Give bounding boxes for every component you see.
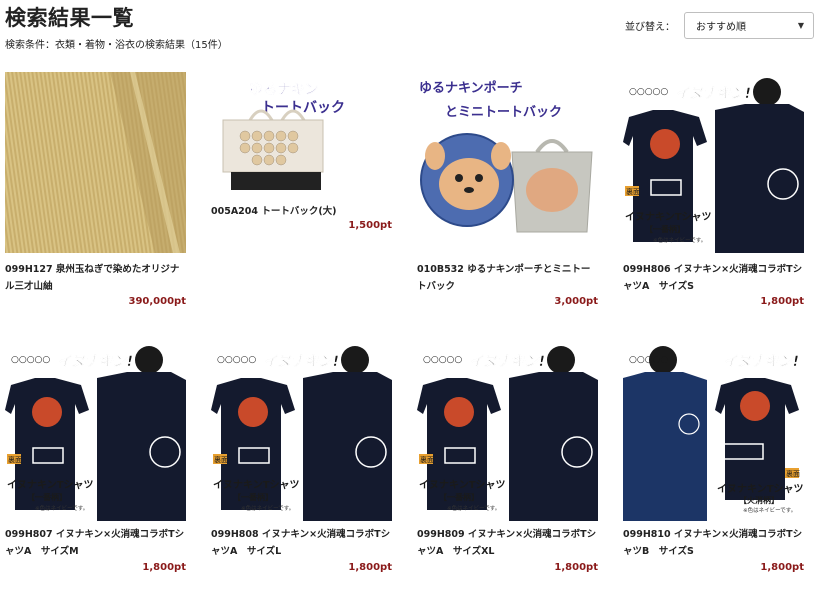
- product-name[interactable]: 099H808 イヌナキン×火消魂コラボTシャツA サイズL: [211, 526, 392, 560]
- logo-text: イヌナキン!: [469, 354, 545, 370]
- svg-text:※色はネイビーです。: ※色はネイビーです。: [653, 236, 706, 244]
- svg-text:【一番柄】: 【一番柄】: [27, 492, 67, 502]
- pouch-banner-line2: とミニトートバック: [445, 105, 562, 120]
- svg-text:※色はネイビーです。: ※色はネイビーです。: [743, 506, 796, 514]
- product-price: 1,800pt: [142, 562, 186, 573]
- product-name[interactable]: 099H809 イヌナキン×火消魂コラボTシャツA サイズXL: [417, 526, 598, 560]
- logo-text: イヌナキン!: [263, 354, 339, 370]
- product-name[interactable]: 010B532 ゆるナキンポーチとミニトートバック: [417, 261, 598, 295]
- svg-text:※色はネイビーです。: ※色はネイビーです。: [241, 504, 294, 512]
- svg-text:※色はネイビーです。: ※色はネイビーです。: [35, 504, 88, 512]
- svg-text:裏面: 裏面: [786, 469, 800, 478]
- svg-text:イヌナキンTシャツ: イヌナキンTシャツ: [625, 211, 712, 223]
- product-image-pouch-tote[interactable]: ゆるナキンポーチ とミニトートバック: [417, 72, 598, 253]
- svg-text:【火消柄】: 【火消柄】: [739, 495, 779, 505]
- sort-label: 並び替え：: [625, 22, 675, 33]
- page-title: 検索結果一覧: [5, 6, 134, 30]
- product-name[interactable]: 005A204 トートバック(大): [211, 203, 392, 220]
- product-image-tshirt[interactable]: ○○○○○ イヌナキン! 裏面 イヌナキンTシャツ 【一番柄】 ※色はネイビーで…: [417, 340, 598, 521]
- svg-text:○○○○○: ○○○○○: [217, 355, 256, 365]
- product-image-tshirt[interactable]: ○○○○○ イヌナキン! 裏面 イヌナキンTシャツ 【火消柄】 ※色はネイビーで…: [623, 340, 804, 521]
- svg-text:○○○○○: ○○○○○: [629, 87, 668, 97]
- logo-text: イヌナキン!: [57, 354, 133, 370]
- svg-text:イヌナキンTシャツ: イヌナキンTシャツ: [419, 479, 506, 491]
- tote-banner-line2: トートバック: [261, 100, 345, 116]
- chevron-down-icon: ▼: [797, 21, 804, 30]
- svg-text:○○○○○: ○○○○○: [423, 355, 462, 365]
- product-name[interactable]: 099H810 イヌナキン×火消魂コラボTシャツB サイズS: [623, 526, 804, 560]
- sort-selected-value: おすすめ順: [696, 22, 746, 33]
- svg-text:【一番柄】: 【一番柄】: [645, 224, 685, 234]
- product-price: 1,800pt: [554, 562, 598, 573]
- product-image-tshirt[interactable]: ○○○○○ イヌナキン! 裏面 イヌナキンTシャツ 【一番柄】 ※色はネイビーで…: [211, 340, 392, 521]
- svg-text:【一番柄】: 【一番柄】: [233, 492, 273, 502]
- product-image-tshirt[interactable]: ○○○○○ イヌナキン! 裏面 イヌナキンTシャツ 【一番柄】 ※色はネイビーで…: [5, 340, 186, 521]
- search-condition: 検索条件：衣類・着物・浴衣の検索結果（15件）: [5, 40, 228, 51]
- svg-text:裏面: 裏面: [214, 455, 228, 464]
- svg-text:イヌナキンTシャツ: イヌナキンTシャツ: [717, 483, 804, 495]
- product-image-tshirt[interactable]: ○○○○○ イヌナキン! 裏面 イヌナキンTシャツ 【一番柄】 ※色はネイビーで…: [623, 72, 804, 253]
- product-name[interactable]: 099H127 泉州玉ねぎで染めたオリジナル三才山紬: [5, 261, 186, 295]
- svg-text:裏面: 裏面: [8, 455, 22, 464]
- product-price: 390,000pt: [128, 296, 187, 307]
- product-price: 1,800pt: [760, 562, 804, 573]
- product-price: 1,500pt: [348, 220, 392, 231]
- product-image-fabric[interactable]: [5, 72, 186, 253]
- svg-text:裏面: 裏面: [626, 187, 640, 196]
- sort-select[interactable]: おすすめ順 ▼: [684, 12, 814, 39]
- tote-banner-line1: ゆるナキン: [249, 82, 319, 98]
- product-image-tote[interactable]: ゆるナキン トートバック: [211, 72, 392, 192]
- svg-text:○○○○○: ○○○○○: [629, 355, 668, 365]
- svg-text:※色はネイビーです。: ※色はネイビーです。: [447, 504, 500, 512]
- svg-text:○○○○○: ○○○○○: [11, 355, 50, 365]
- logo-text: イヌナキン!: [723, 354, 799, 370]
- product-price: 1,800pt: [760, 296, 804, 307]
- product-price: 3,000pt: [554, 296, 598, 307]
- product-price: 1,800pt: [348, 562, 392, 573]
- svg-text:裏面: 裏面: [420, 455, 434, 464]
- pouch-banner-line1: ゆるナキンポーチ: [419, 80, 523, 96]
- product-name[interactable]: 099H806 イヌナキン×火消魂コラボTシャツA サイズS: [623, 261, 804, 295]
- svg-text:イヌナキンTシャツ: イヌナキンTシャツ: [213, 479, 300, 491]
- svg-text:【一番柄】: 【一番柄】: [439, 492, 479, 502]
- sort-control: 並び替え： おすすめ順 ▼: [625, 12, 814, 39]
- logo-text: イヌナキン!: [675, 86, 751, 102]
- svg-text:イヌナキンTシャツ: イヌナキンTシャツ: [7, 479, 94, 491]
- product-name[interactable]: 099H807 イヌナキン×火消魂コラボTシャツA サイズM: [5, 526, 186, 560]
